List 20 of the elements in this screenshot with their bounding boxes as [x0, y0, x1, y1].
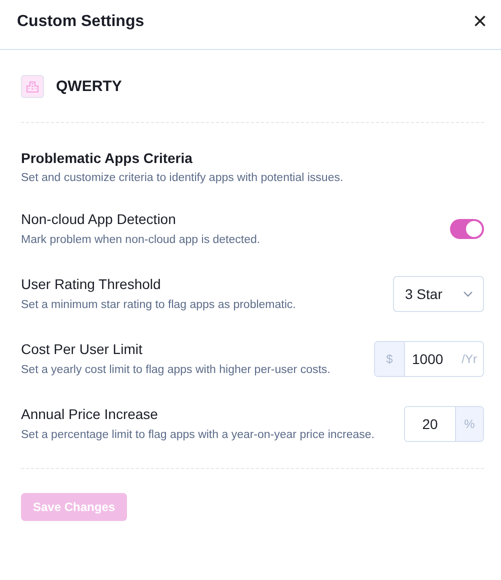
setting-description: Set a minimum star rating to flag apps as problematic.	[21, 298, 296, 312]
setting-label: Non-cloud App Detection	[21, 211, 176, 228]
dialog-title: Custom Settings	[17, 12, 144, 30]
select-value: 3 Star	[405, 286, 442, 302]
setting-label: Cost Per User Limit	[21, 341, 142, 358]
setting-label: User Rating Threshold	[21, 276, 161, 293]
section-title: Problematic Apps Criteria	[21, 150, 192, 166]
setting-description: Set a yearly cost limit to flag apps with higher per-user costs.	[21, 363, 330, 377]
percent-suffix: %	[456, 407, 483, 441]
chevron-down-icon	[463, 291, 473, 297]
building-icon	[21, 74, 44, 98]
toggle-switch[interactable]	[450, 219, 484, 239]
section-description: Set and customize criteria to identify apps with potential issues.	[21, 172, 344, 184]
rating-select[interactable]: 3 Star	[393, 276, 484, 312]
close-button[interactable]: ×	[472, 12, 487, 32]
setting-description: Mark problem when non-cloud app is detected.	[21, 233, 260, 247]
app-name: QWERTY	[56, 78, 122, 94]
setting-label: Annual Price Increase	[21, 406, 158, 423]
percent-input[interactable]: 20	[405, 407, 456, 441]
setting-description: Set a percentage limit to flag apps with a year-on-year price increase.	[21, 428, 374, 442]
